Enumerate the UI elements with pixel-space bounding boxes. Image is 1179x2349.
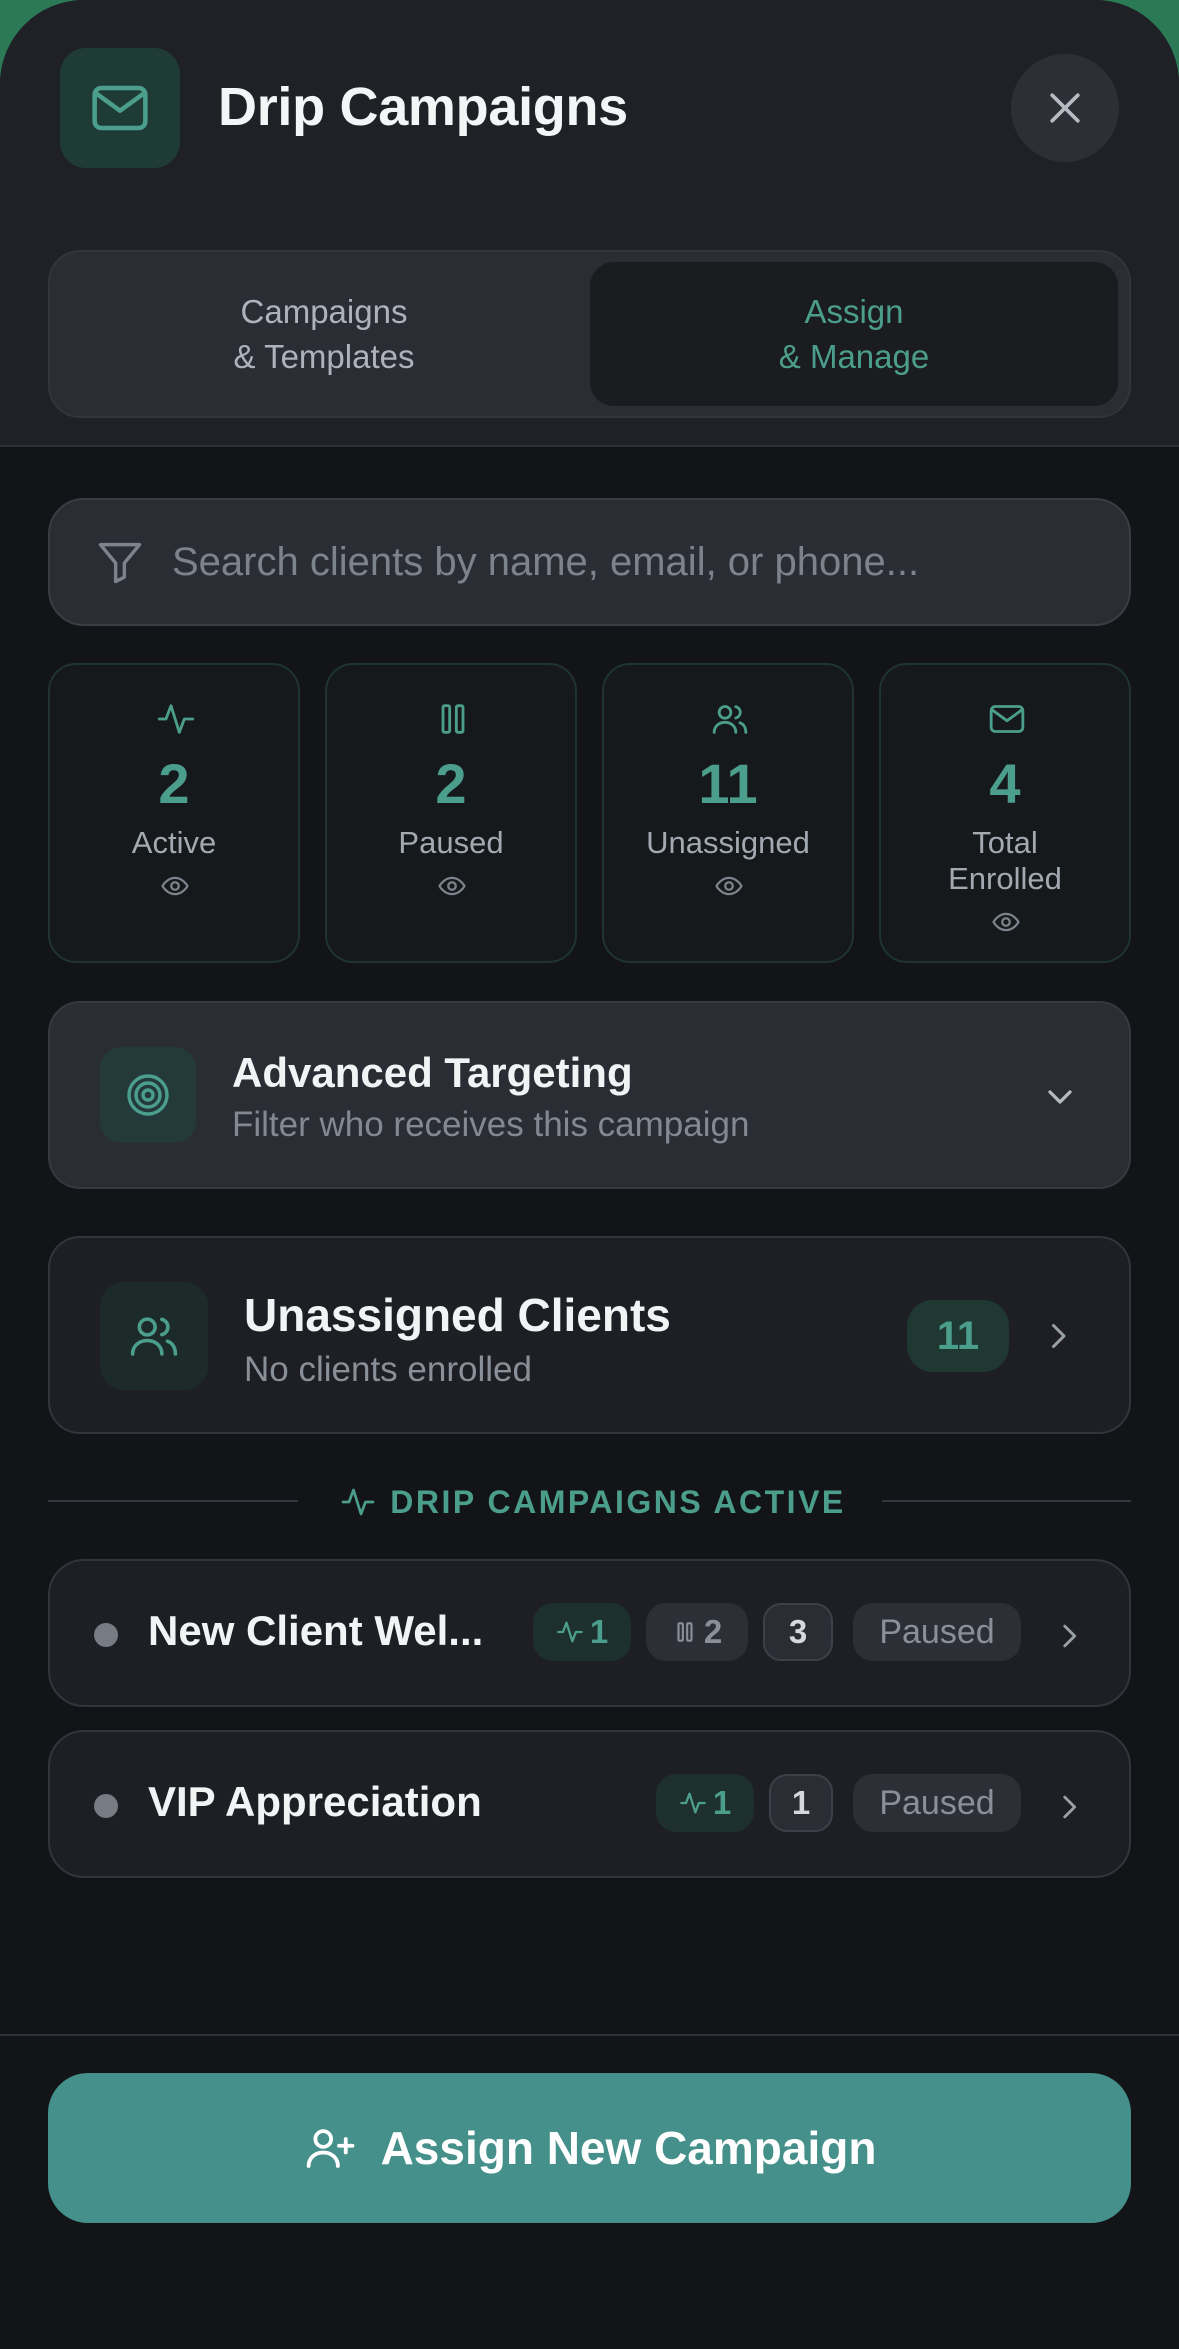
client-search-bar[interactable] [48,498,1131,626]
eye-icon[interactable] [714,871,744,901]
chevron-right-icon [1063,1795,1077,1819]
stat-card-paused[interactable]: 2 Paused [325,663,577,963]
stat-value: 4 [989,752,1021,815]
view-tabs: Campaigns & Templates Assign & Manage [48,250,1131,418]
eye-icon[interactable] [991,907,1021,937]
active-count-chip: 1 [656,1774,754,1832]
stat-value: 11 [698,752,758,815]
total-count-chip: 3 [763,1603,833,1661]
unassigned-subtitle: No clients enrolled [244,1350,532,1389]
chevron-down-icon [1048,1090,1072,1104]
search-input[interactable] [172,520,1102,604]
stat-value: 2 [435,752,467,815]
footer-divider [0,2034,1179,2036]
assign-new-campaign-button[interactable]: Assign New Campaign [48,2073,1131,2223]
users-icon [100,1282,208,1390]
targeting-title: Advanced Targeting [232,1049,633,1096]
status-dot [94,1623,118,1647]
eye-icon[interactable] [160,871,190,901]
status-badge: Paused [853,1774,1021,1832]
stat-card-active[interactable]: 2 Active [48,663,300,963]
campaign-name: VIP Appreciation [148,1778,482,1825]
filter-icon[interactable] [94,536,146,588]
pause-icon [441,704,465,734]
chevron-right-icon [1052,1324,1066,1348]
status-dot [94,1794,118,1818]
stat-card-unassigned[interactable]: 11 Unassigned [602,663,854,963]
page-title: Drip Campaigns [218,77,628,137]
close-icon [1050,93,1080,123]
total-count-chip: 1 [769,1774,833,1832]
unassigned-clients-card[interactable]: Unassigned Clients No clients enrolled 1… [48,1236,1131,1434]
campaign-row[interactable]: VIP Appreciation 1 1 Paused [48,1730,1131,1878]
paused-count: 2 [703,1613,723,1650]
tab-assign-manage[interactable]: Assign & Manage [590,262,1118,406]
unassigned-count-badge: 11 [907,1300,1009,1372]
pause-icon [677,1622,693,1642]
target-icon [100,1047,196,1143]
active-count: 1 [589,1613,609,1650]
status-badge: Paused [853,1603,1021,1661]
targeting-subtitle: Filter who receives this campaign [232,1105,750,1144]
campaign-row[interactable]: New Client Wel... 1 2 3 Paused [48,1559,1131,1707]
user-plus-icon [306,2129,354,2168]
mail-icon [60,48,180,168]
divider [48,1500,298,1502]
drip-campaigns-sheet: Drip Campaigns Campaigns & Templates Ass… [0,0,1179,2349]
activity-icon [341,1488,375,1516]
activity-icon [157,704,195,734]
campaign-name: New Client Wel... [148,1607,484,1654]
close-button[interactable] [1011,54,1119,162]
activity-icon [679,1792,706,1814]
eye-icon[interactable] [437,871,467,901]
assign-new-campaign-label: Assign New Campaign [380,2122,877,2174]
active-count-chip: 1 [533,1603,631,1661]
paused-count-chip: 2 [646,1603,748,1661]
stat-label: Total Enrolled [948,825,1062,896]
mail-icon [989,705,1025,733]
stat-value: 2 [158,752,190,815]
section-heading: DRIP CAMPAIGNS ACTIVE [328,1482,858,1522]
activity-icon [556,1621,583,1643]
stat-label: Unassigned [646,825,810,860]
active-count: 1 [712,1784,732,1821]
divider [882,1500,1131,1502]
users-icon [712,705,748,734]
unassigned-title: Unassigned Clients [244,1289,671,1341]
chevron-right-icon [1063,1624,1077,1648]
advanced-targeting-toggle[interactable]: Advanced Targeting Filter who receives t… [48,1001,1131,1189]
section-heading-label: DRIP CAMPAIGNS ACTIVE [390,1483,846,1520]
stat-label: Paused [398,825,504,860]
stat-card-total-enrolled[interactable]: 4 Total Enrolled [879,663,1131,963]
stat-label: Active [131,825,217,860]
sheet-header: Drip Campaigns Campaigns & Templates Ass… [0,0,1179,447]
tab-campaigns-templates[interactable]: Campaigns & Templates [60,262,588,406]
